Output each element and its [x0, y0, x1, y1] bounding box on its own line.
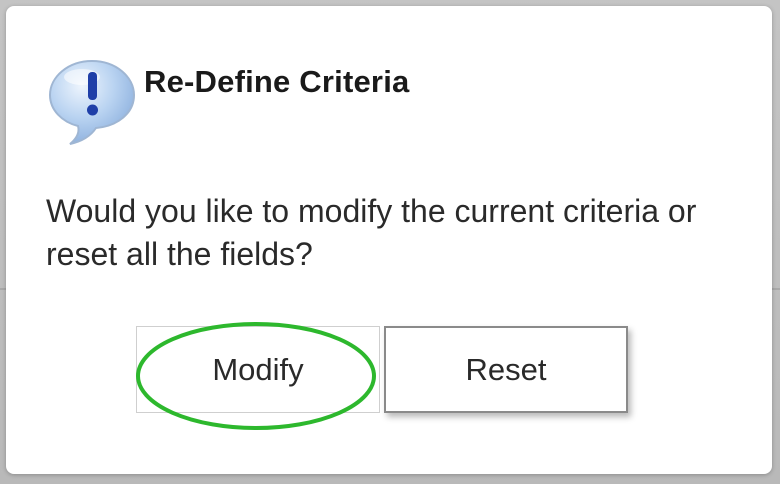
dialog-title: Re-Define Criteria	[144, 64, 410, 99]
modify-button[interactable]: Modify	[136, 326, 380, 413]
dialog-message: Would you like to modify the current cri…	[46, 193, 697, 272]
exclamation-speech-bubble-icon	[46, 55, 138, 147]
reset-button[interactable]: Reset	[384, 326, 628, 413]
